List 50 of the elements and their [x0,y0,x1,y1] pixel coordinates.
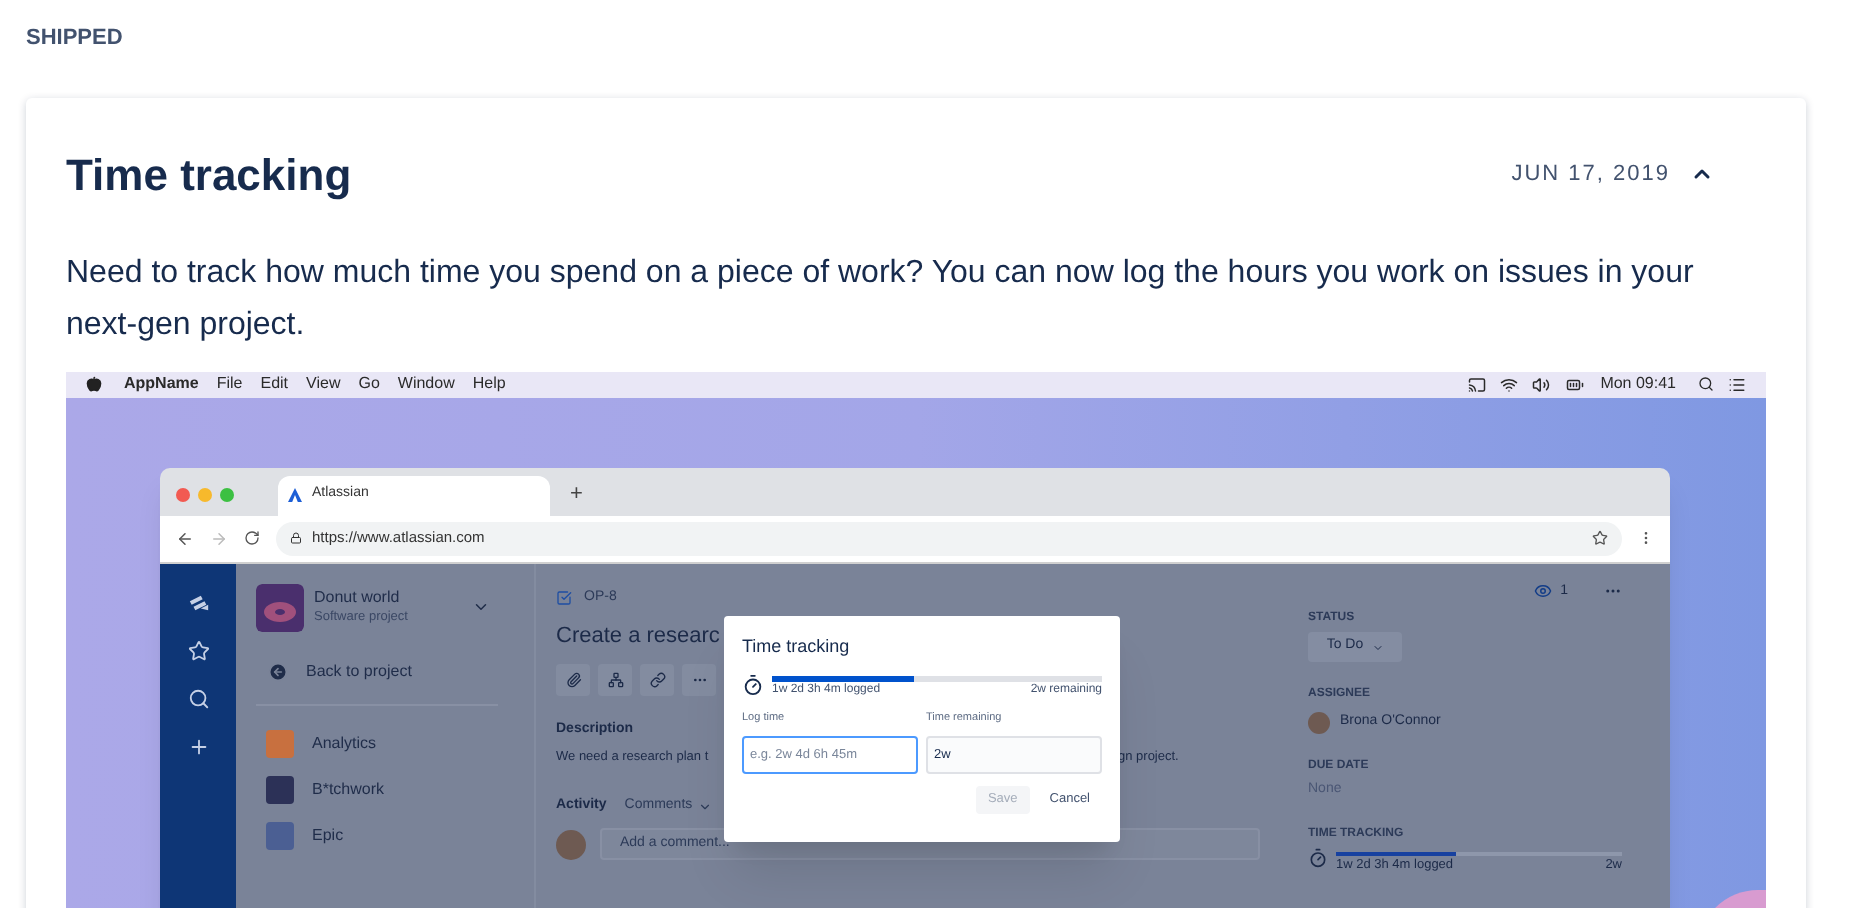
sidebar-item[interactable]: Analytics [266,729,514,757]
star-icon[interactable] [1592,530,1608,546]
menu-item[interactable]: Edit [260,372,289,396]
airplay-icon[interactable] [1468,375,1487,393]
task-icon [556,589,572,606]
issue-title: Create a researc [556,622,720,652]
paperclip-icon [565,671,581,687]
back-to-project-link[interactable]: Back to project [268,659,514,683]
avatar [556,829,586,860]
sidebar-item[interactable]: Epic [266,821,514,849]
toolbar-button[interactable] [556,663,590,695]
chevron-down-icon [698,799,713,813]
battery-icon[interactable] [1564,375,1587,393]
sidebar-item[interactable]: B*tchwork [266,775,514,803]
apple-icon[interactable] [86,376,102,392]
menu-item[interactable]: Help [472,372,506,396]
new-tab-button[interactable]: + [570,478,583,512]
section-label: SHIPPED [26,24,123,54]
link-icon [649,671,665,687]
back-icon[interactable] [176,529,194,547]
clock[interactable]: Mon 09:41 [1600,372,1676,396]
lock-icon [290,532,302,544]
entry-date: JUN 17, 2019 [1511,159,1670,190]
stopwatch-icon [742,674,764,696]
stopwatch-icon [1308,847,1328,867]
reload-icon[interactable] [244,530,260,546]
menu-item[interactable]: Go [358,372,380,396]
toolbar-button[interactable] [640,663,674,695]
dialog-title: Time tracking [742,633,850,660]
stacked-chevrons-icon[interactable] [187,591,209,613]
avatar [1308,712,1330,734]
entry-description: Need to track how much time you spend on a piece of work? You can now log the hours you work on issues in your next-gen project. [66,253,1696,345]
eye-icon[interactable] [1534,582,1553,601]
volume-icon[interactable] [1532,375,1551,393]
menu-item[interactable]: Window [397,372,455,396]
menu-item[interactable]: View [306,372,341,396]
menu-item[interactable]: File [216,372,243,396]
create-icon[interactable] [187,735,209,757]
chevron-down-icon [1371,641,1384,653]
project-name: Donut world [314,587,402,607]
wifi-icon[interactable] [1500,375,1519,393]
chevron-down-icon[interactable] [472,598,490,616]
entry-title: Time tracking [66,147,352,204]
triangle-logo-icon [288,488,302,502]
list-icon[interactable] [1728,375,1746,393]
search-icon[interactable] [1698,376,1714,392]
donut-avatar-icon [256,583,304,631]
app-name[interactable]: AppName [124,372,199,396]
hierarchy-icon [607,671,623,687]
toolbar-button[interactable] [598,663,632,695]
